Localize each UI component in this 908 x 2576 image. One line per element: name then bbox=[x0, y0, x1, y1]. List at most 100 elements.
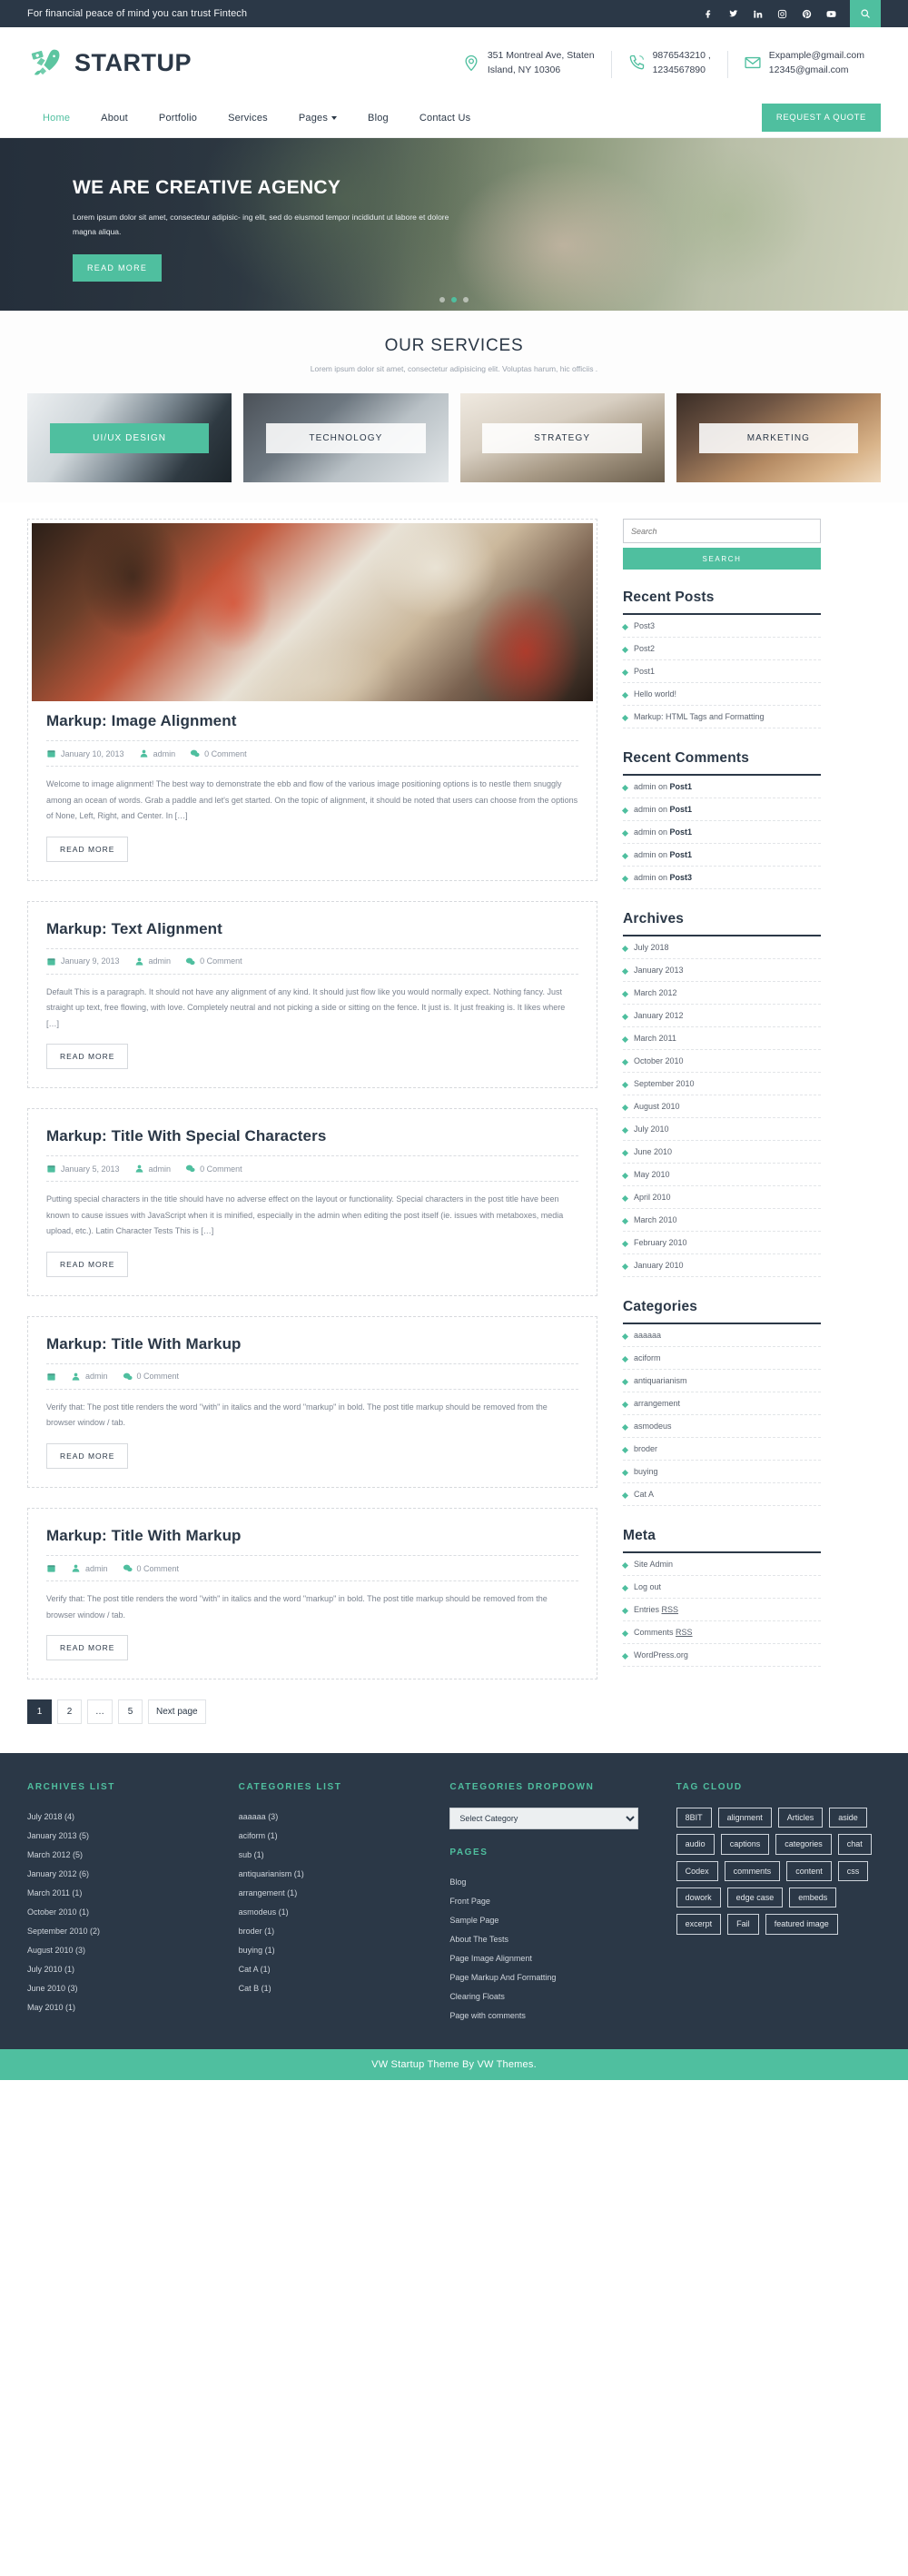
tag-cloud-item[interactable]: edge case bbox=[726, 1887, 784, 1908]
recent-comment-item[interactable]: admin on Post1 bbox=[623, 821, 821, 844]
tag-cloud-item[interactable]: Articles bbox=[777, 1808, 824, 1828]
service-card-technology[interactable]: TECHNOLOGY bbox=[243, 393, 449, 482]
footer-category-item[interactable]: sub (1) bbox=[239, 1846, 429, 1865]
footer-archive-item[interactable]: July 2018 (4) bbox=[27, 1808, 217, 1827]
archive-item[interactable]: April 2010 bbox=[623, 1186, 821, 1209]
nav-item-portfolio[interactable]: Portfolio bbox=[143, 113, 212, 124]
category-item[interactable]: buying bbox=[623, 1461, 821, 1483]
archive-item[interactable]: January 2012 bbox=[623, 1005, 821, 1027]
recent-post-item[interactable]: Post1 bbox=[623, 660, 821, 683]
tag-cloud-item[interactable]: 8BIT bbox=[676, 1808, 712, 1828]
site-logo[interactable]: STARTUP bbox=[27, 44, 192, 82]
recent-post-item[interactable]: Hello world! bbox=[623, 683, 821, 706]
footer-archive-item[interactable]: March 2012 (5) bbox=[27, 1846, 217, 1865]
footer-archive-item[interactable]: March 2011 (1) bbox=[27, 1884, 217, 1903]
categories-dropdown[interactable]: Select Category bbox=[449, 1808, 638, 1830]
recent-comment-item[interactable]: admin on Post1 bbox=[623, 776, 821, 798]
footer-page-item[interactable]: Clearing Floats bbox=[449, 1987, 654, 2006]
post-title[interactable]: Markup: Image Alignment bbox=[46, 712, 578, 730]
category-item[interactable]: arrangement bbox=[623, 1392, 821, 1415]
nav-item-blog[interactable]: Blog bbox=[352, 113, 404, 124]
archive-item[interactable]: May 2010 bbox=[623, 1164, 821, 1186]
tag-cloud-item[interactable]: css bbox=[837, 1860, 869, 1882]
archive-item[interactable]: January 2010 bbox=[623, 1254, 821, 1277]
meta-item[interactable]: Log out bbox=[623, 1576, 821, 1599]
archive-item[interactable]: January 2013 bbox=[623, 959, 821, 982]
post-thumbnail[interactable] bbox=[32, 523, 593, 701]
meta-item[interactable]: Site Admin bbox=[623, 1553, 821, 1576]
footer-page-item[interactable]: Page Markup And Formatting bbox=[449, 1968, 654, 1987]
footer-category-item[interactable]: Cat B (1) bbox=[239, 1979, 429, 1998]
meta-item[interactable]: WordPress.org bbox=[623, 1644, 821, 1667]
footer-category-item[interactable]: asmodeus (1) bbox=[239, 1903, 429, 1922]
hero-read-more-button[interactable]: READ MORE bbox=[73, 254, 163, 282]
tag-cloud-item[interactable]: audio bbox=[676, 1834, 715, 1855]
archive-item[interactable]: March 2012 bbox=[623, 982, 821, 1005]
tag-cloud-item[interactable]: dowork bbox=[676, 1887, 721, 1908]
tag-cloud-item[interactable]: categories bbox=[775, 1834, 832, 1855]
archive-item[interactable]: September 2010 bbox=[623, 1073, 821, 1095]
tag-cloud-item[interactable]: alignment bbox=[717, 1808, 772, 1828]
footer-archive-item[interactable]: June 2010 (3) bbox=[27, 1979, 217, 1998]
footer-page-item[interactable]: Blog bbox=[449, 1873, 654, 1892]
tag-cloud-item[interactable]: Codex bbox=[676, 1860, 718, 1882]
category-item[interactable]: Cat A bbox=[623, 1483, 821, 1506]
search-input[interactable] bbox=[623, 519, 821, 543]
footer-category-item[interactable]: aaaaaa (3) bbox=[239, 1808, 429, 1827]
archive-item[interactable]: June 2010 bbox=[623, 1141, 821, 1164]
post-read-more-button[interactable]: READ MORE bbox=[46, 1044, 129, 1070]
post-title[interactable]: Markup: Title With Special Characters bbox=[46, 1127, 578, 1145]
nav-item-services[interactable]: Services bbox=[212, 113, 283, 124]
archive-item[interactable]: February 2010 bbox=[623, 1232, 821, 1254]
meta-item[interactable]: Entries RSS bbox=[623, 1599, 821, 1621]
recent-post-item[interactable]: Post3 bbox=[623, 615, 821, 638]
service-card-strategy[interactable]: STRATEGY bbox=[459, 393, 665, 482]
footer-page-item[interactable]: Front Page bbox=[449, 1892, 654, 1911]
footer-page-item[interactable]: About The Tests bbox=[449, 1930, 654, 1949]
nav-item-contact-us[interactable]: Contact Us bbox=[404, 113, 486, 124]
tag-cloud-item[interactable]: content bbox=[786, 1860, 832, 1882]
footer-archive-item[interactable]: August 2010 (3) bbox=[27, 1941, 217, 1960]
pagination-item[interactable]: 2 bbox=[57, 1699, 82, 1725]
tag-cloud-item[interactable]: comments bbox=[724, 1860, 781, 1882]
hero-slider-dot[interactable] bbox=[439, 297, 445, 302]
meta-item[interactable]: Comments RSS bbox=[623, 1621, 821, 1644]
tag-cloud-item[interactable]: captions bbox=[720, 1834, 770, 1855]
search-icon[interactable] bbox=[850, 0, 881, 27]
pagination-item[interactable]: Next page bbox=[148, 1699, 206, 1725]
category-item[interactable]: aaaaaa bbox=[623, 1324, 821, 1347]
service-card-marketing[interactable]: MARKETING bbox=[676, 393, 881, 482]
nav-item-pages[interactable]: Pages bbox=[283, 113, 352, 124]
post-read-more-button[interactable]: READ MORE bbox=[46, 1251, 129, 1277]
post-read-more-button[interactable]: READ MORE bbox=[46, 836, 129, 862]
pinterest-icon[interactable] bbox=[801, 8, 813, 20]
category-item[interactable]: antiquarianism bbox=[623, 1370, 821, 1392]
footer-category-item[interactable]: arrangement (1) bbox=[239, 1884, 429, 1903]
footer-category-item[interactable]: Cat A (1) bbox=[239, 1960, 429, 1979]
footer-page-item[interactable]: Page with comments bbox=[449, 2006, 654, 2026]
tag-cloud-item[interactable]: embeds bbox=[789, 1887, 837, 1908]
nav-item-home[interactable]: Home bbox=[27, 113, 85, 124]
archive-item[interactable]: July 2018 bbox=[623, 936, 821, 959]
tag-cloud-item[interactable]: aside bbox=[829, 1808, 867, 1828]
tag-cloud-item[interactable]: excerpt bbox=[676, 1914, 722, 1935]
hero-slider-dot[interactable] bbox=[451, 297, 457, 302]
hero-slider-dots[interactable] bbox=[0, 297, 908, 302]
nav-item-about[interactable]: About bbox=[85, 113, 143, 124]
category-item[interactable]: broder bbox=[623, 1438, 821, 1461]
tag-cloud-item[interactable]: featured image bbox=[765, 1914, 838, 1935]
recent-comment-item[interactable]: admin on Post1 bbox=[623, 798, 821, 821]
service-card-ui-ux-design[interactable]: UI/UX DESIGN bbox=[27, 393, 232, 482]
footer-archive-item[interactable]: October 2010 (1) bbox=[27, 1903, 217, 1922]
recent-post-item[interactable]: Post2 bbox=[623, 638, 821, 660]
footer-category-item[interactable]: aciform (1) bbox=[239, 1827, 429, 1846]
archive-item[interactable]: August 2010 bbox=[623, 1095, 821, 1118]
footer-archive-item[interactable]: January 2012 (6) bbox=[27, 1865, 217, 1884]
footer-category-item[interactable]: broder (1) bbox=[239, 1922, 429, 1941]
footer-category-item[interactable]: buying (1) bbox=[239, 1941, 429, 1960]
pagination-item[interactable]: 5 bbox=[118, 1699, 143, 1725]
footer-page-item[interactable]: Sample Page bbox=[449, 1911, 654, 1930]
pagination-item[interactable]: 1 bbox=[27, 1699, 52, 1725]
youtube-icon[interactable] bbox=[825, 8, 837, 20]
recent-post-item[interactable]: Markup: HTML Tags and Formatting bbox=[623, 706, 821, 728]
